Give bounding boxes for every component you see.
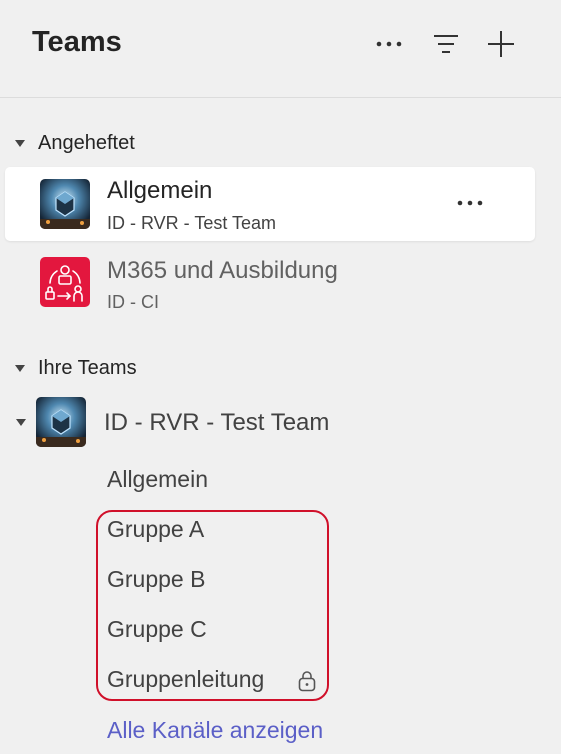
your-teams-section-header[interactable]: Ihre Teams [14, 355, 137, 381]
caret-down-icon [16, 419, 26, 426]
more-options-button[interactable] [373, 28, 405, 60]
team-avatar-ci [40, 257, 90, 307]
team-avatar-rvr [40, 179, 90, 229]
more-icon [457, 200, 483, 206]
show-all-channels-link[interactable]: Alle Kanäle anzeigen [107, 717, 323, 744]
pinned-item-title[interactable]: Allgemein [107, 177, 212, 205]
channel-item[interactable]: Gruppe A [107, 516, 204, 543]
caret-down-icon [15, 139, 25, 147]
team-name[interactable]: ID - RVR - Test Team [104, 409, 329, 437]
pinned-section-label: Angeheftet [38, 131, 135, 154]
pinned-item-more-button[interactable] [452, 189, 488, 217]
pinned-item-subtitle: ID - CI [107, 292, 159, 312]
page-title: Teams [32, 26, 122, 58]
channel-item[interactable]: Gruppe B [107, 566, 205, 593]
channel-item[interactable]: Gruppe C [107, 616, 207, 643]
filter-icon [434, 35, 458, 53]
caret-down-icon [15, 364, 25, 372]
pinned-section-header[interactable]: Angeheftet [14, 130, 135, 156]
your-teams-section-label: Ihre Teams [38, 356, 137, 379]
pinned-item-subtitle: ID - RVR - Test Team [107, 213, 277, 233]
more-icon [376, 41, 402, 47]
team-avatar-rvr [36, 397, 86, 447]
add-button[interactable] [485, 28, 517, 60]
filter-button[interactable] [430, 28, 462, 60]
teams-header: Teams [0, 0, 561, 98]
pinned-item-title[interactable]: M365 und Ausbildung [107, 257, 338, 285]
lock-icon [298, 671, 316, 692]
channel-item[interactable]: Allgemein [107, 466, 208, 493]
add-icon [488, 31, 514, 57]
channel-item[interactable]: Gruppenleitung [107, 666, 264, 693]
